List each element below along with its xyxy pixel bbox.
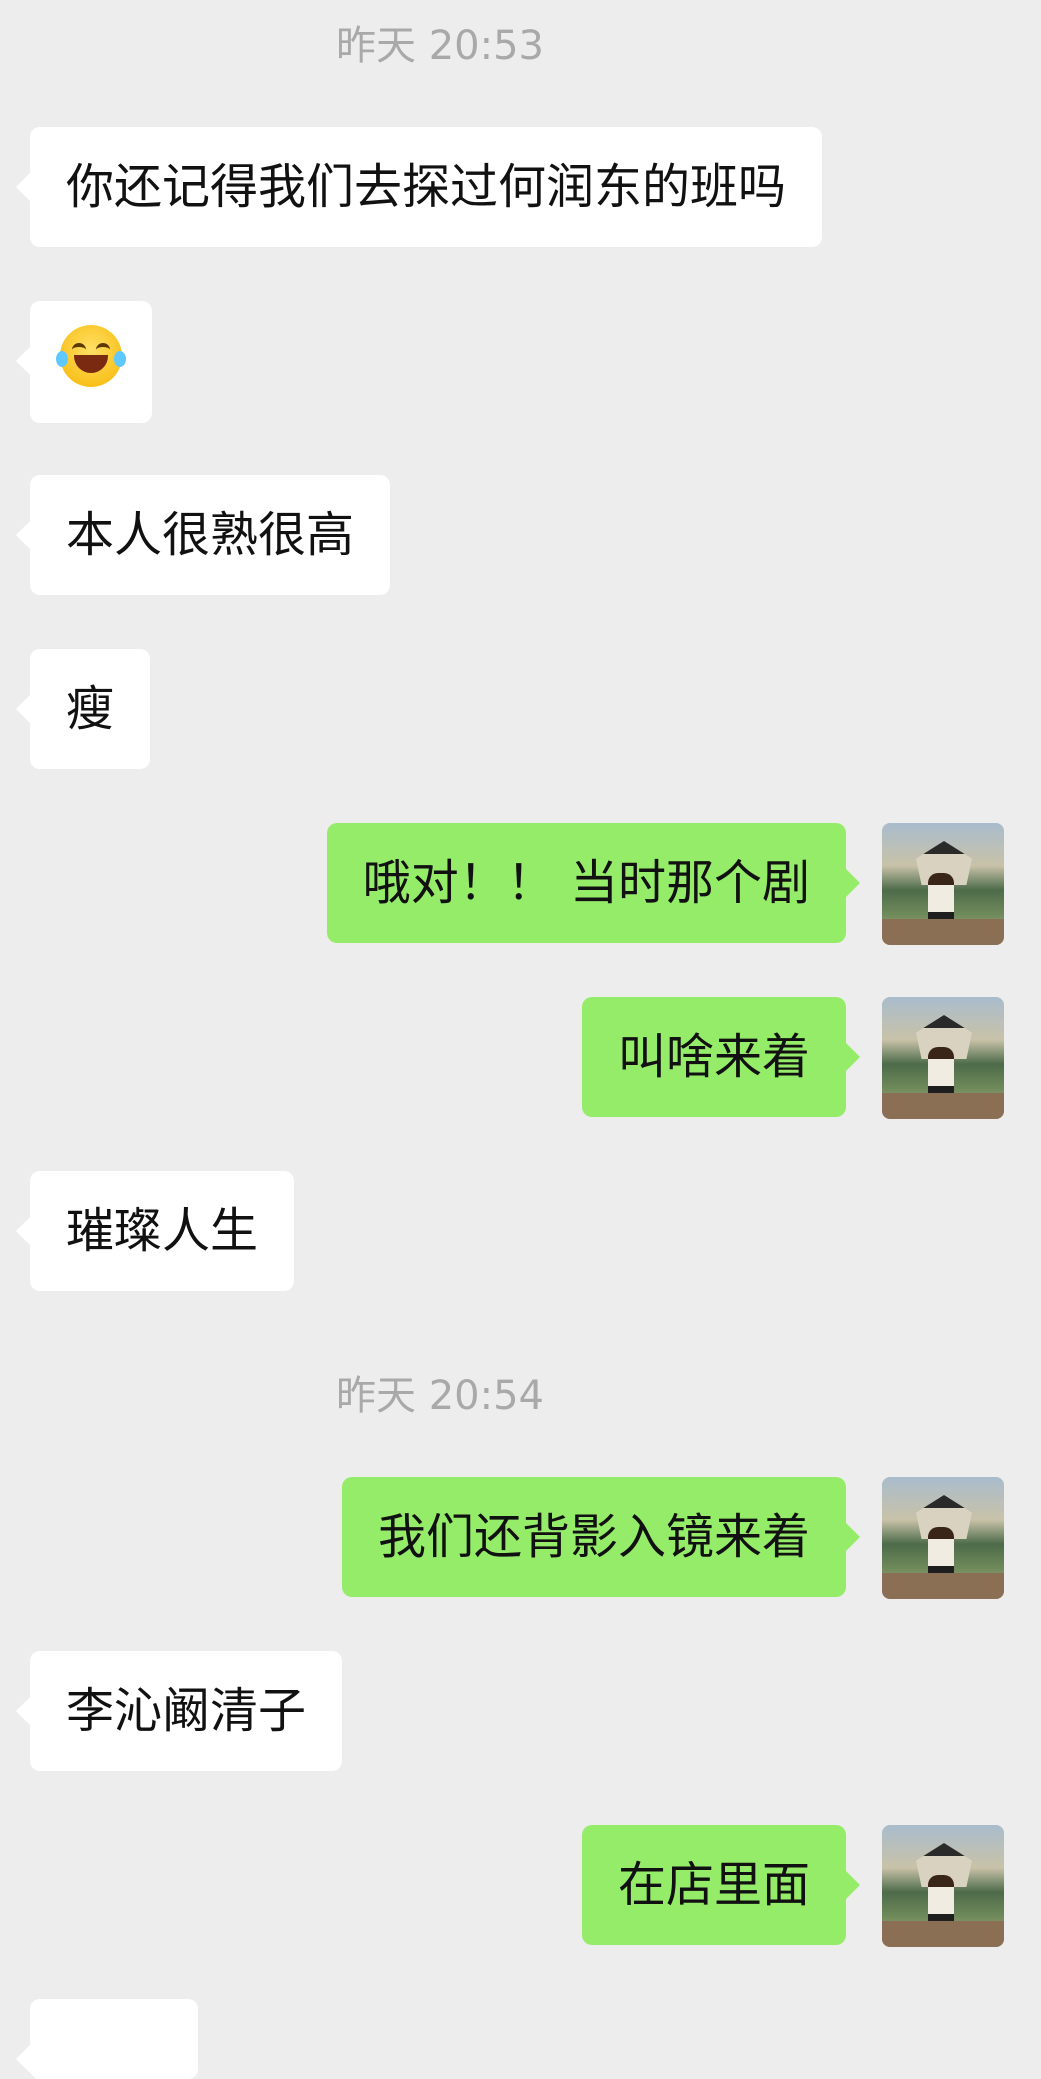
message-text: 瘦: [66, 681, 115, 737]
message-text: 李沁阚清子: [66, 1683, 307, 1739]
incoming-message-partial[interactable]: [16, 1999, 198, 2079]
message-text: 叫啥来着: [617, 1029, 810, 1085]
message-text: 我们还背影入镜来着: [377, 1509, 810, 1565]
incoming-message[interactable]: 璀璨人生: [15, 1171, 295, 1291]
timestamp: 昨天 20:53: [336, 23, 544, 69]
user-avatar[interactable]: [882, 823, 1004, 945]
incoming-message[interactable]: 李沁阚清子: [15, 1651, 343, 1771]
chat-view: 昨天 20:53 你还记得我们去探过何润东的班吗 本人很熟很高 瘦 哦对！！ 当…: [0, 0, 1041, 2079]
message-text: 本人很熟很高: [66, 507, 355, 563]
outgoing-message[interactable]: 叫啥来着: [581, 997, 861, 1117]
tears-of-joy-emoji-icon: [56, 325, 126, 387]
message-text: 在店里面: [617, 1857, 810, 1913]
timestamp: 昨天 20:54: [336, 1373, 544, 1419]
outgoing-message[interactable]: 哦对！！ 当时那个剧: [326, 823, 861, 943]
message-text: 哦对！！ 当时那个剧: [362, 855, 810, 911]
user-avatar[interactable]: [882, 1477, 1004, 1599]
user-avatar[interactable]: [882, 997, 1004, 1119]
user-avatar[interactable]: [882, 1825, 1004, 1947]
incoming-emoji-message[interactable]: [16, 301, 152, 423]
incoming-message[interactable]: 本人很熟很高: [15, 475, 391, 595]
outgoing-message[interactable]: 在店里面: [581, 1825, 861, 1945]
message-text: 你还记得我们去探过何润东的班吗: [66, 159, 787, 215]
outgoing-message[interactable]: 我们还背影入镜来着: [341, 1477, 861, 1597]
message-text: 璀璨人生: [66, 1203, 259, 1259]
incoming-message[interactable]: 你还记得我们去探过何润东的班吗: [15, 127, 823, 247]
incoming-message[interactable]: 瘦: [15, 649, 151, 769]
